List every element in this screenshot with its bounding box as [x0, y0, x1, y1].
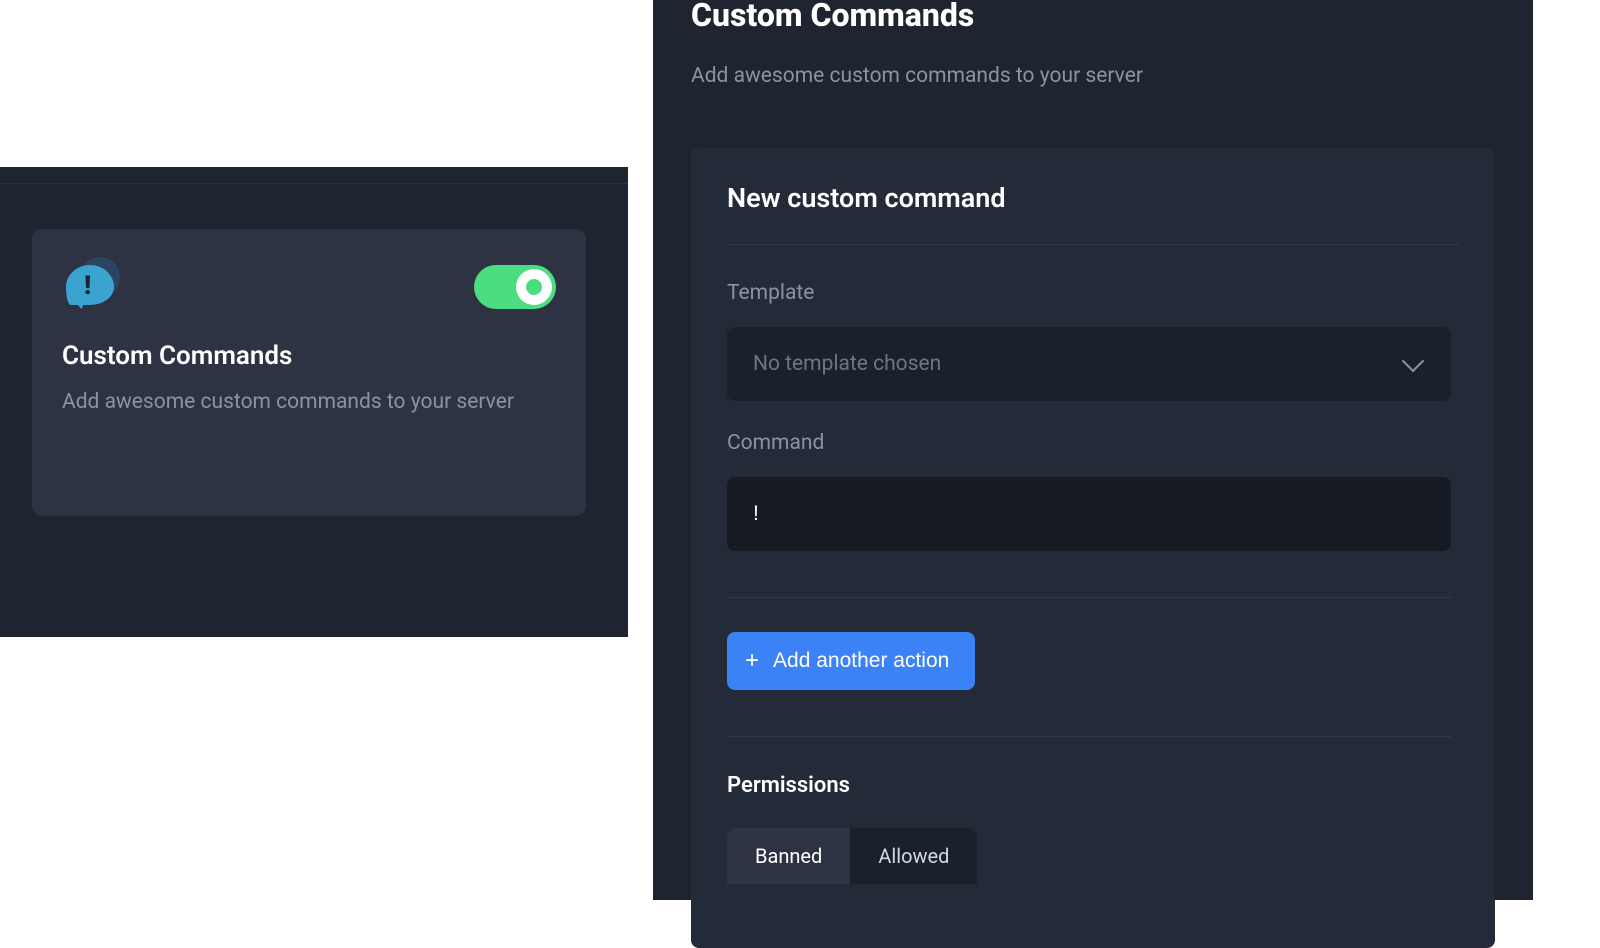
- card-subtitle: Add awesome custom commands to your serv…: [62, 385, 556, 421]
- tab-allowed[interactable]: Allowed: [850, 828, 977, 884]
- template-label: Template: [727, 281, 1459, 305]
- right-config-panel: Custom Commands Add awesome custom comma…: [653, 0, 1533, 900]
- page-title: Custom Commands: [691, 0, 1495, 34]
- template-select[interactable]: No template chosen: [727, 327, 1451, 401]
- divider: [727, 736, 1451, 737]
- enable-toggle[interactable]: [474, 265, 556, 309]
- divider: [727, 597, 1451, 598]
- left-dark-panel: ! Custom Commands Add awesome custom com…: [0, 167, 628, 637]
- add-action-label: Add another action: [773, 649, 949, 673]
- form-container: New custom command Template No template …: [691, 148, 1495, 948]
- add-another-action-button[interactable]: + Add another action: [727, 632, 975, 690]
- form-title: New custom command: [727, 182, 1459, 214]
- divider: [727, 244, 1459, 245]
- plus-icon: +: [745, 649, 759, 673]
- permissions-tabs: Banned Allowed: [727, 828, 977, 884]
- command-label: Command: [727, 431, 1459, 455]
- chat-exclamation-icon: !: [62, 257, 126, 313]
- chevron-down-icon: [1402, 350, 1425, 373]
- custom-commands-card[interactable]: ! Custom Commands Add awesome custom com…: [32, 229, 586, 516]
- template-placeholder: No template chosen: [753, 352, 941, 376]
- tab-banned[interactable]: Banned: [727, 828, 850, 884]
- card-title: Custom Commands: [62, 341, 556, 371]
- page-subtitle: Add awesome custom commands to your serv…: [691, 64, 1495, 88]
- command-input[interactable]: [727, 477, 1451, 551]
- permissions-title: Permissions: [727, 773, 1459, 798]
